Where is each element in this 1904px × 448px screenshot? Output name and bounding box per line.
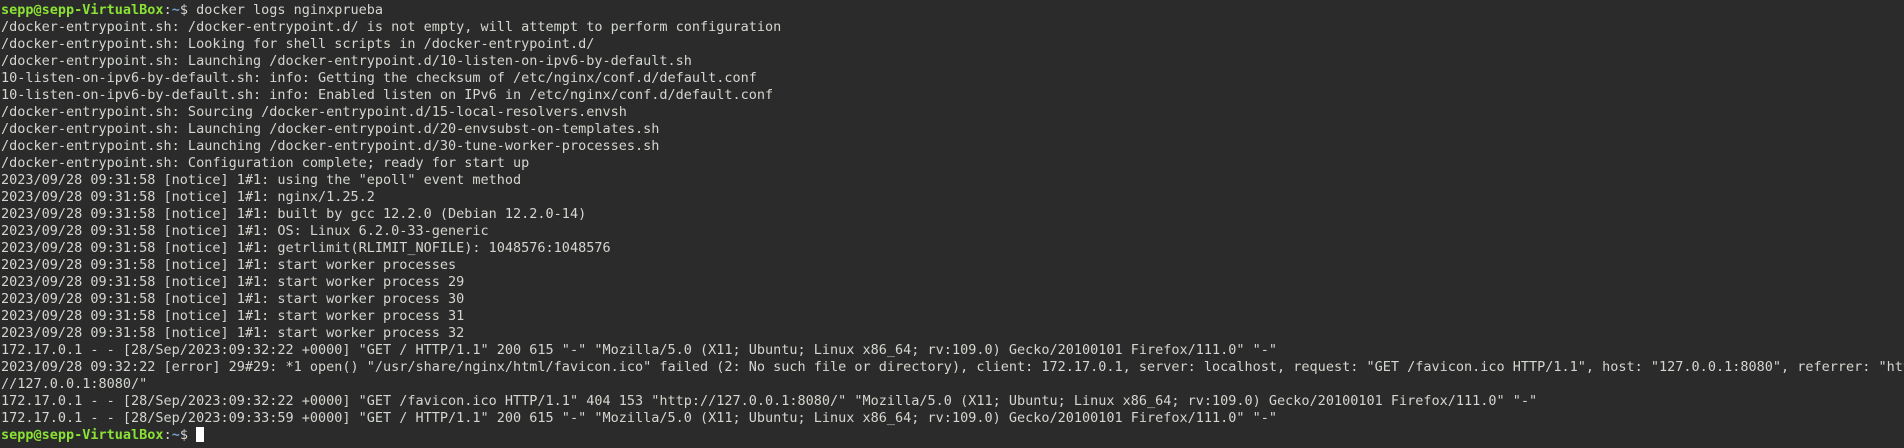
output-line: /docker-entrypoint.sh: Launching /docker… xyxy=(1,53,692,69)
output-line: 172.17.0.1 - - [28/Sep/2023:09:32:22 +00… xyxy=(1,342,1278,358)
output-line: 2023/09/28 09:31:58 [notice] 1#1: OS: Li… xyxy=(1,223,489,239)
output-line: 2023/09/28 09:31:58 [notice] 1#1: getrli… xyxy=(1,240,611,256)
output-line: /docker-entrypoint.sh: Looking for shell… xyxy=(1,36,595,52)
output-line: 2023/09/28 09:31:58 [notice] 1#1: start … xyxy=(1,291,465,307)
prompt-user-host: sepp@sepp-VirtualBox xyxy=(1,427,164,443)
text-cursor[interactable] xyxy=(196,427,205,442)
output-line: /docker-entrypoint.sh: /docker-entrypoin… xyxy=(1,19,782,35)
output-line: 2023/09/28 09:31:58 [notice] 1#1: start … xyxy=(1,257,457,273)
prompt-path: ~ xyxy=(171,427,180,443)
output-line: 2023/09/28 09:31:58 [notice] 1#1: nginx/… xyxy=(1,189,375,205)
output-line: 2023/09/28 09:31:58 [notice] 1#1: start … xyxy=(1,308,465,324)
terminal-window[interactable]: sepp@sepp-VirtualBox:~$ docker logs ngin… xyxy=(0,0,1904,448)
prompt-colon: : xyxy=(163,2,172,18)
output-line: 2023/09/28 09:32:22 [error] 29#29: *1 op… xyxy=(1,359,1904,375)
prompt-colon: : xyxy=(163,427,172,443)
prompt-symbol: $ xyxy=(179,427,197,443)
output-line: //127.0.0.1:8080/" xyxy=(1,376,148,392)
output-line: 172.17.0.1 - - [28/Sep/2023:09:33:59 +00… xyxy=(1,410,1278,426)
prompt-user-host: sepp@sepp-VirtualBox xyxy=(1,2,164,18)
output-line: 172.17.0.1 - - [28/Sep/2023:09:32:22 +00… xyxy=(1,393,1538,409)
command-line: sepp@sepp-VirtualBox:~$ docker logs ngin… xyxy=(1,2,1904,19)
output-line: 2023/09/28 09:31:58 [notice] 1#1: using … xyxy=(1,172,522,188)
output-line: 10-listen-on-ipv6-by-default.sh: info: G… xyxy=(1,70,757,86)
command-text: docker logs nginxprueba xyxy=(196,2,384,18)
command-output: /docker-entrypoint.sh: /docker-entrypoin… xyxy=(1,19,1904,427)
output-line: 2023/09/28 09:31:58 [notice] 1#1: start … xyxy=(1,325,465,341)
output-line: /docker-entrypoint.sh: Launching /docker… xyxy=(1,138,660,154)
output-line: /docker-entrypoint.sh: Configuration com… xyxy=(1,155,530,171)
prompt-path: ~ xyxy=(171,2,180,18)
output-line: 10-listen-on-ipv6-by-default.sh: info: E… xyxy=(1,87,774,103)
prompt-symbol: $ xyxy=(179,2,197,18)
output-line: 2023/09/28 09:31:58 [notice] 1#1: built … xyxy=(1,206,587,222)
output-line: 2023/09/28 09:31:58 [notice] 1#1: start … xyxy=(1,274,465,290)
output-line: /docker-entrypoint.sh: Sourcing /docker-… xyxy=(1,104,627,120)
output-line: /docker-entrypoint.sh: Launching /docker… xyxy=(1,121,660,137)
active-prompt-line[interactable]: sepp@sepp-VirtualBox:~$ xyxy=(1,427,1904,444)
